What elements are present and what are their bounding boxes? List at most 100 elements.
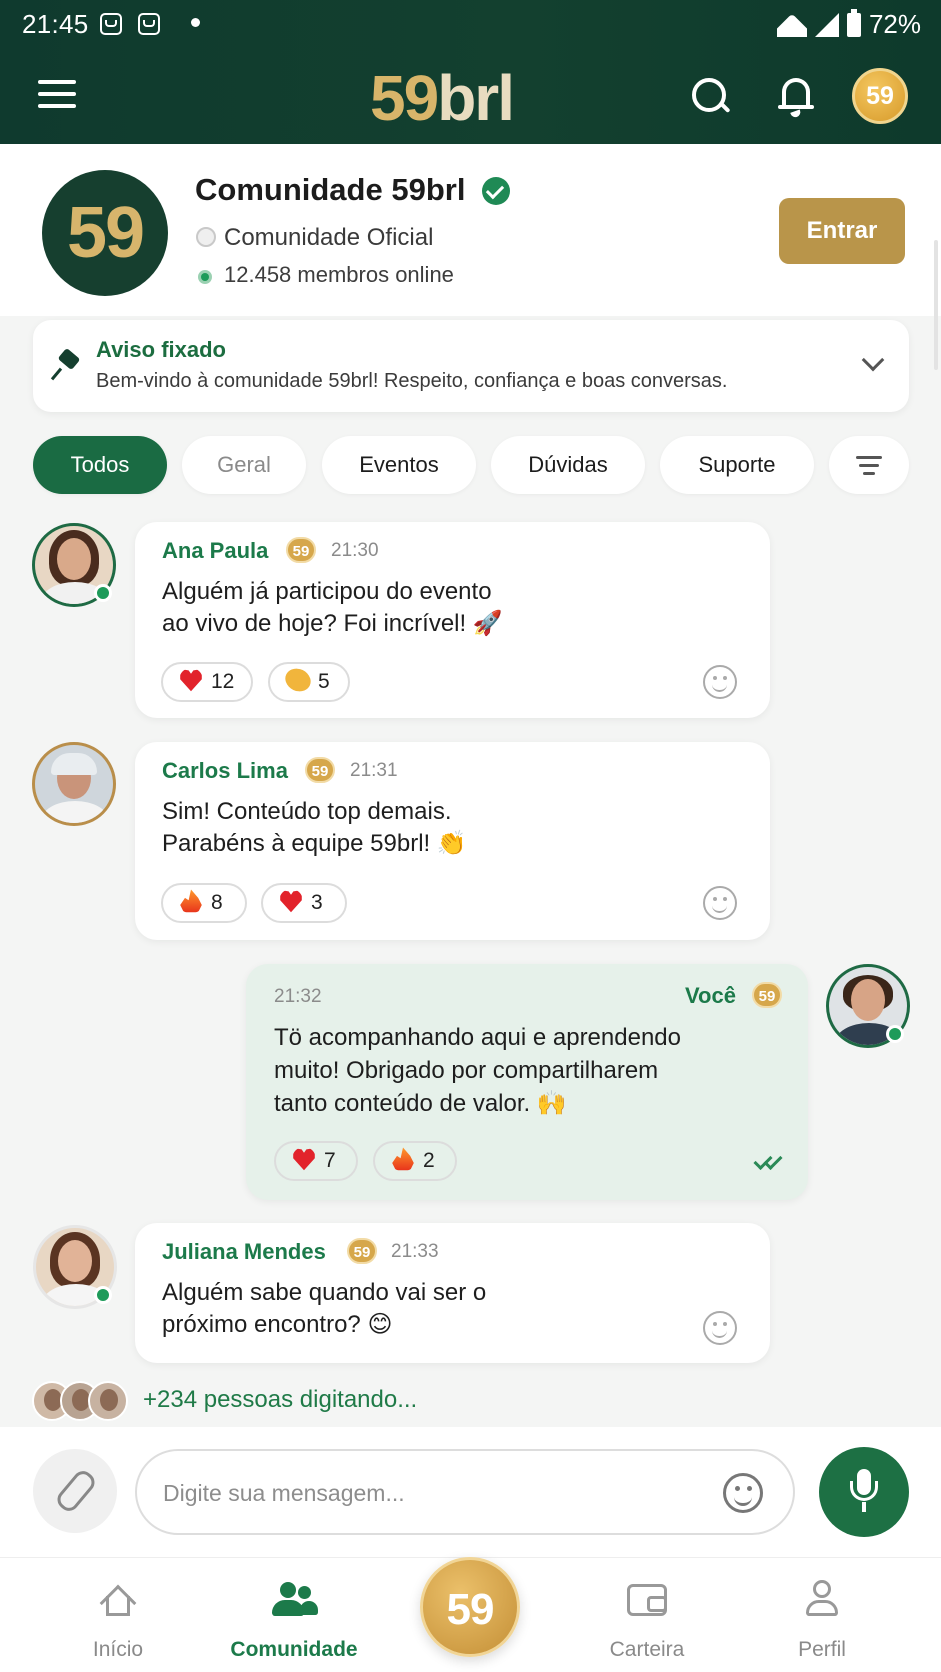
reaction-count: 5 [318, 670, 330, 693]
typing-avatar [88, 1381, 128, 1421]
official-icon [196, 227, 216, 247]
add-reaction-icon[interactable] [703, 665, 737, 699]
tab-geral[interactable]: Geral [182, 436, 306, 494]
center-coin-button[interactable]: 59 [420, 1557, 520, 1657]
avatar-carlos-lima[interactable] [32, 742, 116, 826]
add-reaction-icon[interactable] [703, 886, 737, 920]
microphone-button[interactable] [819, 1447, 909, 1537]
community-subtitle: Comunidade Oficial [224, 224, 434, 251]
battery-level: 72% [868, 9, 921, 39]
mail-notification-icon [100, 13, 122, 35]
message-input-box[interactable] [135, 1449, 795, 1535]
app-logo: 59brl [370, 58, 570, 138]
message-line: tanto conteúdo de valor. 🙌 [274, 1090, 567, 1117]
nav-label: Carteira [609, 1638, 685, 1661]
logo-text: brl [437, 62, 515, 134]
reaction-count: 2 [423, 1149, 435, 1172]
reaction-fire[interactable]: 2 [373, 1141, 457, 1181]
menu-icon[interactable] [38, 80, 76, 108]
tab-suporte[interactable]: Suporte [660, 436, 814, 494]
search-icon[interactable] [690, 76, 730, 116]
emoji-icon[interactable] [723, 1473, 763, 1513]
online-status-icon [94, 1286, 112, 1304]
scrollbar[interactable] [934, 240, 938, 370]
reaction-count: 7 [324, 1149, 336, 1172]
community-logo: 59 [42, 170, 168, 296]
member-badge: 59 [752, 982, 782, 1008]
nav-inicio[interactable]: Início [38, 1558, 198, 1672]
community-icon [270, 1580, 318, 1620]
nav-label: Comunidade [230, 1638, 358, 1661]
attach-icon[interactable] [33, 1449, 117, 1533]
nav-carteira[interactable]: Carteira [567, 1558, 727, 1672]
message-line: ao vivo de hoje? Foi incrível! 🚀 [162, 610, 503, 637]
community-header: 59 Comunidade 59brl Comunidade Oficial 1… [0, 144, 941, 316]
online-status-icon [886, 1025, 904, 1043]
status-bar: 21:45 72% [0, 0, 941, 48]
message-line: Tö acompanhando aqui e aprendendo [274, 1024, 681, 1051]
message-bubble[interactable]: Juliana Mendes 59 21:33 Alguém sabe quan… [135, 1223, 770, 1363]
wifi-icon [777, 13, 807, 37]
message-time: 21:30 [331, 540, 379, 561]
reaction-count: 3 [311, 891, 323, 914]
nav-comunidade[interactable]: Comunidade [214, 1558, 374, 1672]
message-bubble[interactable]: Ana Paula 59 21:30 Alguém já participou … [135, 522, 770, 718]
bell-icon[interactable] [776, 74, 816, 119]
pinned-text: Bem-vindo à comunidade 59brl! Respeito, … [96, 370, 728, 392]
fire-icon [180, 889, 202, 913]
pin-icon [50, 347, 81, 381]
tab-eventos[interactable]: Eventos [322, 436, 476, 494]
status-time: 21:45 [22, 9, 89, 39]
reaction-clap[interactable]: 5 [268, 662, 350, 702]
signal-icon [814, 12, 839, 37]
message-author[interactable]: Carlos Lima [162, 758, 288, 784]
status-right: 72% [777, 8, 921, 40]
reaction-heart[interactable]: 12 [161, 662, 253, 702]
typing-text: +234 pessoas digitando... [143, 1386, 418, 1413]
member-badge: 59 [305, 757, 335, 783]
reaction-count: 8 [211, 891, 223, 914]
wallet-icon [627, 1584, 667, 1616]
pinned-notice[interactable]: Aviso fixado Bem-vindo à comunidade 59br… [33, 320, 909, 412]
filter-icon[interactable] [829, 436, 909, 494]
nav-label: Perfil [798, 1638, 846, 1661]
message-input[interactable] [163, 1473, 683, 1513]
message-line: muito! Obrigado por compartilharem [274, 1057, 659, 1084]
heart-icon [180, 669, 202, 692]
tab-todos[interactable]: Todos [33, 436, 167, 494]
message-time: 21:31 [350, 760, 398, 781]
profile-avatar[interactable]: 59 [852, 68, 908, 124]
member-badge: 59 [286, 537, 316, 563]
clap-icon [282, 665, 314, 696]
message-notification-icon [138, 13, 160, 35]
home-icon [98, 1580, 138, 1622]
app-header: 21:45 72% 59brl 59 [0, 0, 941, 144]
reaction-fire[interactable]: 8 [161, 883, 247, 923]
more-notifications-icon [191, 18, 200, 27]
member-badge: 59 [347, 1238, 377, 1264]
filter-tabs: Todos Geral Eventos Dúvidas Suporte [0, 436, 941, 494]
logo-number: 59 [370, 62, 439, 134]
message-author: Você [685, 983, 736, 1008]
tab-duvidas[interactable]: Dúvidas [491, 436, 645, 494]
message-time: 21:33 [391, 1241, 439, 1262]
message-author[interactable]: Juliana Mendes [162, 1239, 326, 1265]
battery-icon [846, 8, 861, 37]
own-message-bubble[interactable]: 21:32 Você 59 Tö acompanhando aqui e apr… [246, 964, 808, 1200]
nav-perfil[interactable]: Perfil [742, 1558, 902, 1672]
message-bubble[interactable]: Carlos Lima 59 21:31 Sim! Conteúdo top d… [135, 742, 770, 940]
reaction-count: 12 [211, 670, 235, 693]
pinned-title: Aviso fixado [96, 337, 226, 362]
message-author[interactable]: Ana Paula [162, 538, 268, 564]
add-reaction-icon[interactable] [703, 1311, 737, 1345]
members-online: 12.458 membros online [224, 262, 454, 287]
online-status-icon [94, 584, 112, 602]
message-line: Alguém já participou do evento [162, 578, 492, 605]
chevron-down-icon[interactable] [861, 348, 885, 372]
reaction-heart[interactable]: 7 [274, 1141, 358, 1181]
reaction-heart[interactable]: 3 [261, 883, 347, 923]
message-composer [0, 1427, 941, 1557]
join-button[interactable]: Entrar [779, 198, 905, 264]
user-icon [804, 1578, 840, 1620]
heart-icon [280, 890, 302, 913]
